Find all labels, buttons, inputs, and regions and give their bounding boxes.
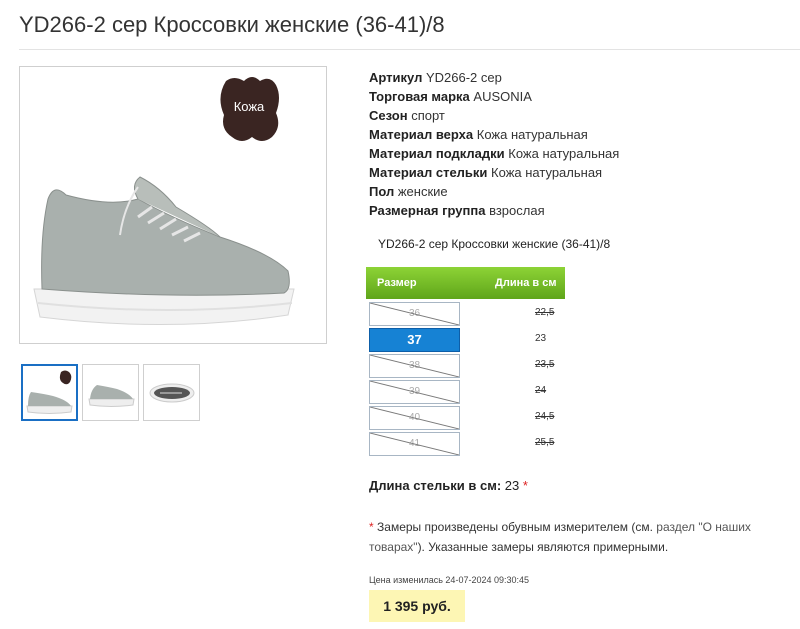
thumbnail-2[interactable] <box>82 364 139 421</box>
size-table: Размер Длина в см 36 22,5 37 23 38 23,5 39 24 40… <box>366 267 565 456</box>
header-size: Размер <box>377 277 417 289</box>
size-row: 38 23,5 <box>369 354 565 378</box>
size-option-button: 38 <box>369 354 460 378</box>
thumbnail-1[interactable] <box>21 364 78 421</box>
title-divider <box>19 49 800 50</box>
attr-upper-material: Материал верха Кожа натуральная <box>369 127 588 142</box>
attr-lining-material: Материал подкладки Кожа натуральная <box>369 146 620 161</box>
leather-badge-icon: Кожа <box>220 77 279 141</box>
sneaker-illustration: Кожа <box>33 77 295 325</box>
insole-length: Длина стельки в см: 23 * <box>369 478 528 493</box>
main-product-image[interactable]: Кожа <box>19 66 327 344</box>
size-table-caption: YD266-2 сер Кроссовки женские (36-41)/8 <box>378 237 611 251</box>
attr-season: Сезон спорт <box>369 108 445 123</box>
size-option-button[interactable]: 37 <box>369 328 460 352</box>
size-table-header: Размер Длина в см <box>366 267 565 299</box>
price-changed-label: Цена изменилась 24-07-2024 09:30:45 <box>369 575 530 585</box>
size-option-button: 39 <box>369 380 460 404</box>
size-option-label: 37 <box>407 332 422 347</box>
price-value: 1 395 руб. <box>369 590 465 622</box>
size-length-value: 23,5 <box>535 359 555 370</box>
insole-label: Длина стельки в см: <box>369 478 502 493</box>
size-option-button: 40 <box>369 406 460 430</box>
attr-insole-material: Материал стельки Кожа натуральная <box>369 165 603 180</box>
note-asterisk: * <box>369 520 374 534</box>
size-length-value: 23 <box>535 333 547 344</box>
measurement-note: * Замеры произведены обувным измерителем… <box>369 517 789 557</box>
size-length-value: 24,5 <box>535 411 555 422</box>
size-length-value: 24 <box>535 385 547 396</box>
unavailable-strike-icon <box>370 433 459 455</box>
size-length-value: 22,5 <box>535 307 555 318</box>
attr-article: Артикул YD266-2 сер <box>369 70 502 85</box>
unavailable-strike-icon <box>370 381 459 403</box>
insole-value: 23 <box>504 478 520 493</box>
size-option-button: 41 <box>369 432 460 456</box>
size-row: 41 25,5 <box>369 432 565 456</box>
unavailable-strike-icon <box>370 303 459 325</box>
size-row: 36 22,5 <box>369 302 565 326</box>
size-row: 37 23 <box>369 328 565 352</box>
product-attributes: Артикул YD266-2 сер Торговая марка AUSON… <box>369 68 619 220</box>
insole-asterisk: * <box>522 478 528 493</box>
attr-size-group: Размерная группа взрослая <box>369 203 545 218</box>
size-length-value: 25,5 <box>535 437 555 448</box>
unavailable-strike-icon <box>370 355 459 377</box>
thumbnail-2-image <box>88 385 135 407</box>
note-text-before: Замеры произведены обувным измерителем (… <box>377 520 653 534</box>
size-row: 40 24,5 <box>369 406 565 430</box>
thumbnail-3-image <box>149 383 195 403</box>
thumbnail-3[interactable] <box>143 364 200 421</box>
attr-brand: Торговая марка AUSONIA <box>369 89 532 104</box>
leather-badge-label: Кожа <box>234 99 265 114</box>
attr-gender: Пол женские <box>369 184 448 199</box>
size-row: 39 24 <box>369 380 565 404</box>
note-text-after: ). Указанные замеры являются примерными. <box>417 540 669 554</box>
size-option-button: 36 <box>369 302 460 326</box>
thumbnail-1-image <box>26 370 73 414</box>
header-length: Длина в см <box>495 277 557 289</box>
page-title: YD266-2 сер Кроссовки женские (36-41)/8 <box>19 12 445 37</box>
unavailable-strike-icon <box>370 407 459 429</box>
